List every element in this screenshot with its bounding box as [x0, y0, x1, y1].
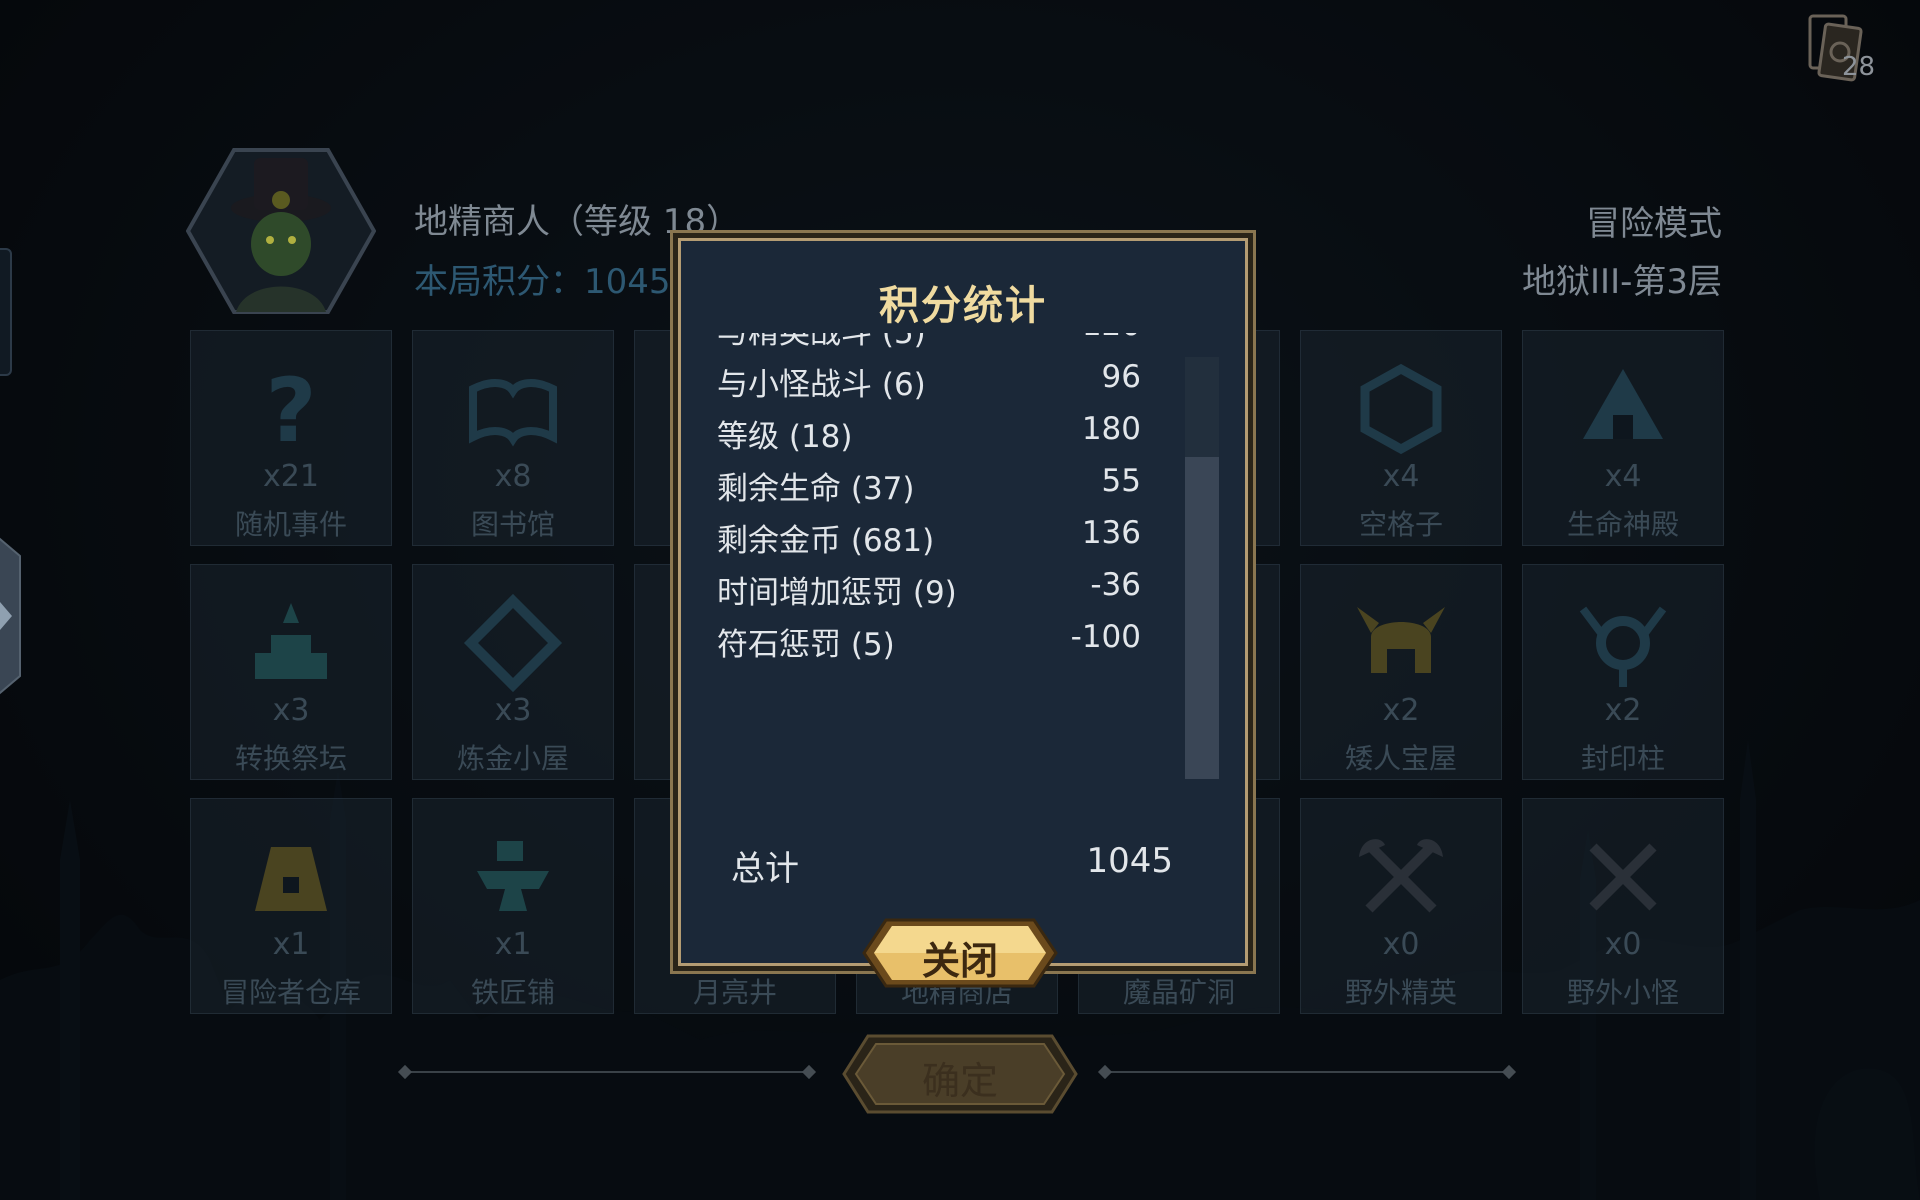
deck-count: 28 — [1842, 52, 1876, 82]
side-panel-tab[interactable] — [0, 248, 12, 376]
room-count: x3 — [494, 693, 532, 728]
room-tile: x4 空格子 — [1300, 330, 1502, 546]
score-row-value: 55 — [1101, 463, 1141, 499]
room-count: x2 — [1382, 693, 1420, 728]
hero-portrait — [186, 148, 376, 314]
room-label: 月亮井 — [692, 976, 777, 1009]
score-row-label: 时间增加惩罚 (9) — [717, 575, 957, 611]
room-tile: x0 野外小怪 — [1522, 798, 1724, 1014]
room-label: 野外小怪 — [1566, 976, 1679, 1009]
room-count: x0 — [1382, 927, 1420, 962]
room-count: x21 — [263, 459, 319, 494]
room-label: 野外精英 — [1344, 976, 1457, 1009]
room-tile: x1 冒险者仓库 — [190, 798, 392, 1014]
room-label: 生命神殿 — [1566, 508, 1679, 541]
warehouse-icon — [255, 847, 327, 911]
room-label: 铁匠铺 — [470, 976, 555, 1009]
score-stats-dialog: 积分统计 与精英战斗 (5) 120 与小怪战斗 (6) 96 等级 (18) 180 剩余… — [678, 238, 1248, 966]
score-row: 时间增加惩罚 (9) -36 — [717, 559, 1141, 611]
room-tile: x4 生命神殿 — [1522, 330, 1724, 546]
score-row-label: 卷轴惩罚 (3) — [717, 671, 895, 673]
book-icon — [469, 379, 557, 447]
score-row-label: 剩余生命 (37) — [717, 471, 915, 507]
altar-icon — [255, 603, 327, 679]
room-count: x8 — [494, 459, 532, 494]
crossed-axes-icon — [1359, 839, 1443, 913]
score-row: 与小怪战斗 (6) 96 — [717, 351, 1141, 403]
scrollbar-thumb[interactable] — [1185, 457, 1219, 779]
score-row-label: 与精英战斗 (5) — [717, 333, 926, 351]
score-row: 卷轴惩罚 (3) -150 — [717, 663, 1141, 673]
score-row-value: 120 — [1082, 333, 1141, 343]
dwarf-helmet-icon — [1357, 607, 1445, 673]
room-tile: ? x21 随机事件 — [190, 330, 392, 546]
hexagon-icon — [1360, 363, 1442, 455]
dungeon-floor: 地狱III-第3层 — [1522, 262, 1722, 302]
score-row-value: 136 — [1081, 515, 1141, 551]
close-button[interactable]: 关闭 — [862, 918, 1058, 988]
room-label: 随机事件 — [234, 508, 347, 541]
room-tile: x8 图书馆 — [412, 330, 614, 546]
score-row: 剩余金币 (681) 136 — [717, 507, 1141, 559]
room-tile: x3 转换祭坛 — [190, 564, 392, 780]
score-row: 剩余生命 (37) 55 — [717, 455, 1141, 507]
room-label: 魔晶矿洞 — [1122, 976, 1235, 1009]
score-row-value: -100 — [1070, 619, 1141, 655]
room-tile: x0 野外精英 — [1300, 798, 1502, 1014]
room-label: 矮人宝屋 — [1344, 742, 1457, 775]
room-count: x4 — [1382, 459, 1420, 494]
room-count: x1 — [272, 927, 310, 962]
expand-arrow-icon[interactable] — [0, 534, 24, 698]
room-count: x3 — [272, 693, 310, 728]
room-label: 炼金小屋 — [456, 742, 569, 775]
room-tile: x3 炼金小屋 — [412, 564, 614, 780]
score-row: 符石惩罚 (5) -100 — [717, 611, 1141, 663]
dialog-title: 积分统计 — [879, 283, 1047, 329]
room-count: x0 — [1604, 927, 1642, 962]
room-label: 转换祭坛 — [234, 742, 347, 775]
hero-name: 地精商人（等级 18） — [414, 202, 741, 242]
room-tile: x2 矮人宝屋 — [1300, 564, 1502, 780]
score-list[interactable]: 与精英战斗 (5) 120 与小怪战斗 (6) 96 等级 (18) 180 剩余生命 (3… — [681, 333, 1201, 673]
score-row-label: 等级 (18) — [717, 419, 853, 455]
confirm-button[interactable]: 确定 — [842, 1034, 1078, 1114]
score-row-label: 与小怪战斗 (6) — [717, 367, 926, 403]
seal-pillar-icon — [1579, 606, 1667, 687]
close-label: 关闭 — [921, 939, 998, 983]
alchemy-icon — [463, 593, 563, 693]
room-count: x2 — [1604, 693, 1642, 728]
room-label: 封印柱 — [1580, 742, 1665, 775]
game-mode: 冒险模式 — [1586, 204, 1722, 244]
score-row-value: -150 — [1071, 671, 1141, 673]
score-row-value: -36 — [1090, 567, 1141, 603]
room-label: 冒险者仓库 — [220, 976, 361, 1009]
crossed-swords-icon — [1589, 843, 1657, 911]
total-value: 1045 — [1086, 841, 1173, 881]
total-label: 总计 — [731, 849, 799, 889]
room-count: x4 — [1604, 459, 1642, 494]
question-icon: ? — [265, 359, 316, 459]
room-label: 图书馆 — [470, 508, 555, 541]
room-tile: x2 封印柱 — [1522, 564, 1724, 780]
score-row: 等级 (18) 180 — [717, 403, 1141, 455]
anvil-icon — [477, 841, 549, 911]
room-tile: x1 铁匠铺 — [412, 798, 614, 1014]
score-row-value: 180 — [1081, 411, 1141, 447]
room-label: 空格子 — [1358, 508, 1443, 541]
svg-text:?: ? — [265, 359, 316, 459]
score-row-label: 符石惩罚 (5) — [717, 627, 895, 663]
confirm-label: 确定 — [921, 1059, 998, 1103]
score-row: 与精英战斗 (5) 120 — [717, 333, 1141, 351]
room-count: x1 — [494, 927, 532, 962]
score-row-value: 96 — [1101, 359, 1141, 395]
hero-score: 本局积分：1045 — [414, 262, 671, 302]
divider-left — [404, 1071, 808, 1073]
temple-icon — [1583, 369, 1663, 439]
score-row-label: 剩余金币 (681) — [717, 523, 935, 559]
divider-right — [1104, 1071, 1508, 1073]
